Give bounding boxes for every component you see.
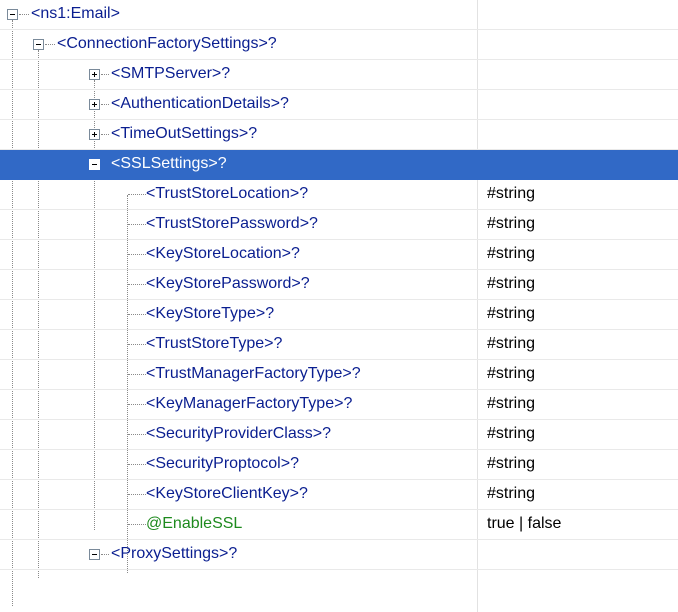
node-value[interactable]: #string xyxy=(487,364,535,384)
node-value[interactable]: #string xyxy=(487,244,535,264)
node-label: <KeyStoreLocation>? xyxy=(146,245,300,262)
tree-row-leaf[interactable]: <KeyStoreType>? #string xyxy=(0,300,678,330)
tree-row-leaf[interactable]: <TrustStoreLocation>? #string xyxy=(0,180,678,210)
node-label: <KeyStoreClientKey>? xyxy=(146,485,308,502)
tree-row-smtp-server[interactable]: <SMTPServer>? xyxy=(0,60,678,90)
node-value[interactable]: #string xyxy=(487,214,535,234)
node-label: <SSLSettings>? xyxy=(111,155,227,172)
node-label: <SMTPServer>? xyxy=(111,65,231,82)
collapse-icon[interactable] xyxy=(33,39,44,50)
xml-schema-tree: <ns1:Email> <ConnectionFactorySettings>?… xyxy=(0,0,678,612)
attribute-value[interactable]: true | false xyxy=(487,514,561,534)
tree-row-leaf[interactable]: <SecurityProviderClass>? #string xyxy=(0,420,678,450)
tree-row-ssl-settings[interactable]: <SSLSettings>? xyxy=(0,150,678,180)
tree-row-leaf[interactable]: <TrustStorePassword>? #string xyxy=(0,210,678,240)
node-value[interactable]: #string xyxy=(487,304,535,324)
node-label: <TrustStoreType>? xyxy=(146,335,283,352)
expand-icon[interactable] xyxy=(89,69,100,80)
tree-row-root[interactable]: <ns1:Email> xyxy=(0,0,678,30)
node-value[interactable]: #string xyxy=(487,274,535,294)
attribute-label: @EnableSSL xyxy=(146,515,243,532)
tree-row-leaf[interactable]: <SecurityProptocol>? #string xyxy=(0,450,678,480)
expand-icon[interactable] xyxy=(89,99,100,110)
tree-row-authentication-details[interactable]: <AuthenticationDetails>? xyxy=(0,90,678,120)
node-value[interactable]: #string xyxy=(487,184,535,204)
tree-row-timeout-settings[interactable]: <TimeOutSettings>? xyxy=(0,120,678,150)
collapse-icon[interactable] xyxy=(89,159,100,170)
node-value[interactable]: #string xyxy=(487,454,535,474)
node-label: <KeyStorePassword>? xyxy=(146,275,310,292)
node-value[interactable]: #string xyxy=(487,394,535,414)
node-label: <SecurityProptocol>? xyxy=(146,455,299,472)
collapse-icon[interactable] xyxy=(7,9,18,20)
tree-row-leaf[interactable]: <KeyManagerFactoryType>? #string xyxy=(0,390,678,420)
tree-row-proxy-settings[interactable]: <ProxySettings>? xyxy=(0,540,678,570)
node-label: <TimeOutSettings>? xyxy=(111,125,258,142)
expand-icon[interactable] xyxy=(89,129,100,140)
node-value[interactable]: #string xyxy=(487,424,535,444)
node-label: <TrustStorePassword>? xyxy=(146,215,318,232)
node-label: <AuthenticationDetails>? xyxy=(111,95,289,112)
tree-row-leaf[interactable]: <KeyStoreClientKey>? #string xyxy=(0,480,678,510)
node-label: <SecurityProviderClass>? xyxy=(146,425,331,442)
collapse-icon[interactable] xyxy=(89,549,100,560)
node-label: <KeyStoreType>? xyxy=(146,305,275,322)
node-value[interactable]: #string xyxy=(487,334,535,354)
node-label: <ProxySettings>? xyxy=(111,545,238,562)
node-value[interactable]: #string xyxy=(487,484,535,504)
tree-row-connection-factory[interactable]: <ConnectionFactorySettings>? xyxy=(0,30,678,60)
tree-row-leaf[interactable]: <TrustStoreType>? #string xyxy=(0,330,678,360)
node-label: <TrustManagerFactoryType>? xyxy=(146,365,361,382)
node-label: <KeyManagerFactoryType>? xyxy=(146,395,353,412)
tree-row-leaf[interactable]: <TrustManagerFactoryType>? #string xyxy=(0,360,678,390)
tree-row-attribute-enable-ssl[interactable]: @EnableSSL true | false xyxy=(0,510,678,540)
tree-row-leaf[interactable]: <KeyStoreLocation>? #string xyxy=(0,240,678,270)
node-label: <TrustStoreLocation>? xyxy=(146,185,309,202)
tree-row-leaf[interactable]: <KeyStorePassword>? #string xyxy=(0,270,678,300)
node-label: <ns1:Email> xyxy=(31,5,120,22)
node-label: <ConnectionFactorySettings>? xyxy=(57,35,277,52)
